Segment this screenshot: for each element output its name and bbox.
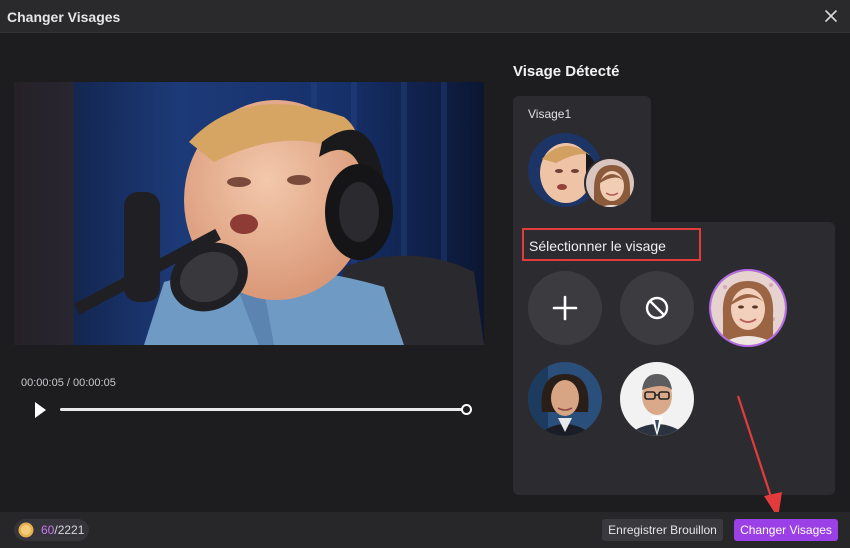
select-face-label: Sélectionner le visage [529,238,666,254]
swap-faces-button[interactable]: Changer Visages [734,519,838,541]
replacement-face-thumbnail[interactable] [584,157,636,209]
credits-text: 60/2221 [41,523,84,537]
face-option-businessman[interactable] [620,362,694,436]
play-icon[interactable] [33,401,47,419]
face-option-businesswoman[interactable] [528,362,602,436]
no-face-button[interactable] [620,271,694,345]
title-bar: Changer Visages [0,0,850,33]
window-title: Changer Visages [7,9,121,25]
video-frame-image [14,82,484,345]
playback-time: 00:00:05 / 00:00:05 [21,377,116,389]
credits-total: /2221 [54,523,85,537]
credits-badge: 60/2221 [14,519,89,541]
face-tab-label: Visage1 [528,107,572,121]
save-draft-button[interactable]: Enregistrer Brouillon [602,519,723,541]
progress-track[interactable] [60,408,468,411]
detected-heading: Visage Détecté [513,63,620,80]
coin-icon [18,522,34,538]
select-face-highlight: Sélectionner le visage [522,228,701,261]
plus-icon [552,295,578,321]
no-icon [645,296,669,320]
credits-used: 60 [41,523,55,537]
face-select-panel [513,222,835,495]
add-face-button[interactable] [528,271,602,345]
face-option-woman-selected[interactable] [711,271,785,345]
close-icon[interactable] [820,5,842,27]
progress-knob[interactable] [461,404,472,415]
video-preview [14,82,484,345]
